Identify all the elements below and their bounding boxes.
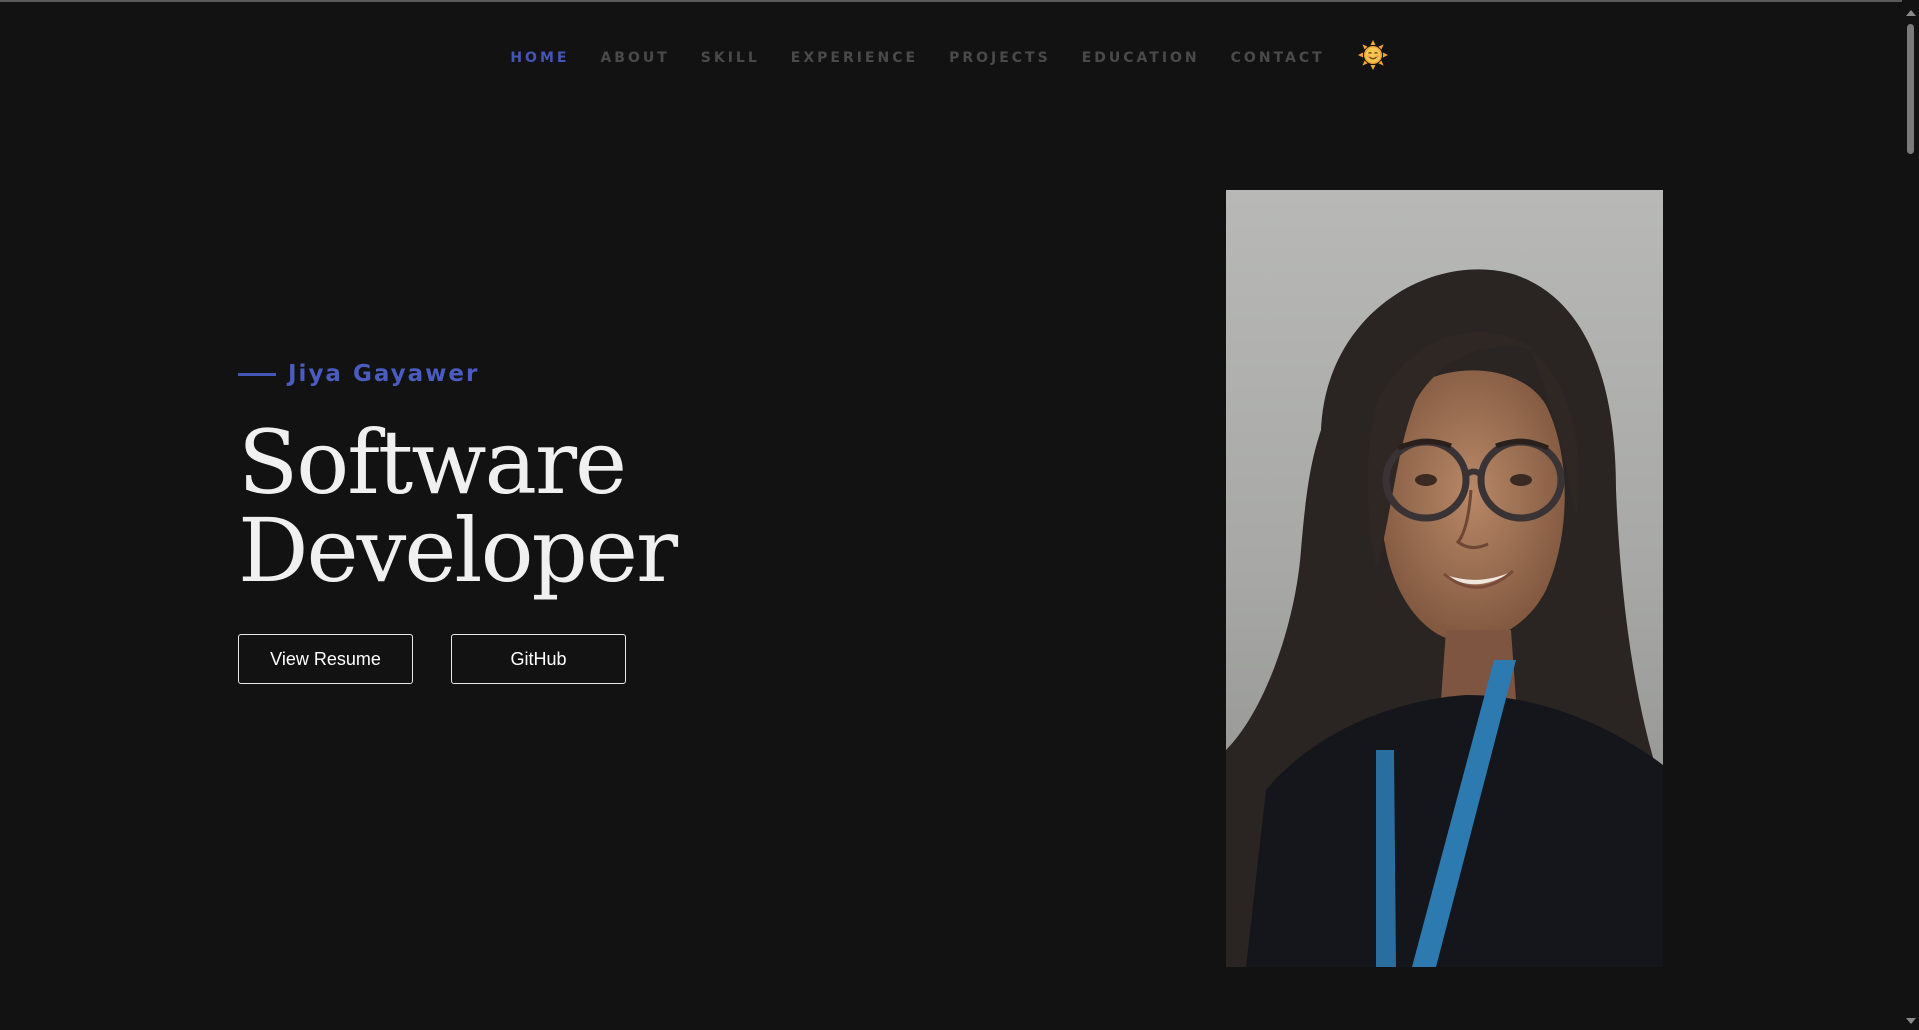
nav-home[interactable]: HOME	[510, 50, 569, 66]
hero-title: Software Developer	[238, 411, 678, 602]
person-name: Jiya Gayawer	[288, 361, 480, 387]
hero-title-line-2: Developer	[238, 499, 678, 602]
nav-experience[interactable]: EXPERIENCE	[791, 50, 918, 66]
nav-contact[interactable]: CONTACT	[1231, 50, 1325, 66]
window-top-border	[0, 0, 1919, 2]
profile-photo	[1226, 190, 1663, 967]
scroll-up-arrow-icon[interactable]	[1906, 10, 1916, 16]
scroll-down-arrow-icon[interactable]	[1906, 1018, 1916, 1024]
nav-about[interactable]: ABOUT	[600, 50, 669, 66]
hero-title-line-1: Software	[238, 411, 627, 514]
hero-actions: View Resume GitHub	[238, 634, 626, 684]
scrollbar-thumb[interactable]	[1907, 24, 1914, 154]
theme-toggle-button[interactable]	[1356, 38, 1390, 72]
smiling-sun-icon	[1357, 40, 1388, 70]
hero-intro: Jiya Gayawer Software Developer	[238, 355, 678, 602]
view-resume-button[interactable]: View Resume	[238, 634, 413, 684]
accent-line	[238, 372, 276, 376]
nav-skill[interactable]: SKILL	[701, 50, 760, 66]
page-scrollbar[interactable]	[1902, 0, 1919, 1030]
portrait-illustration	[1226, 190, 1663, 967]
github-button[interactable]: GitHub	[451, 634, 626, 684]
name-tagline: Jiya Gayawer	[238, 355, 676, 393]
main-nav: HOME ABOUT SKILL EXPERIENCE PROJECTS EDU…	[0, 40, 1900, 76]
nav-projects[interactable]: PROJECTS	[949, 50, 1051, 66]
nav-education[interactable]: EDUCATION	[1082, 50, 1200, 66]
